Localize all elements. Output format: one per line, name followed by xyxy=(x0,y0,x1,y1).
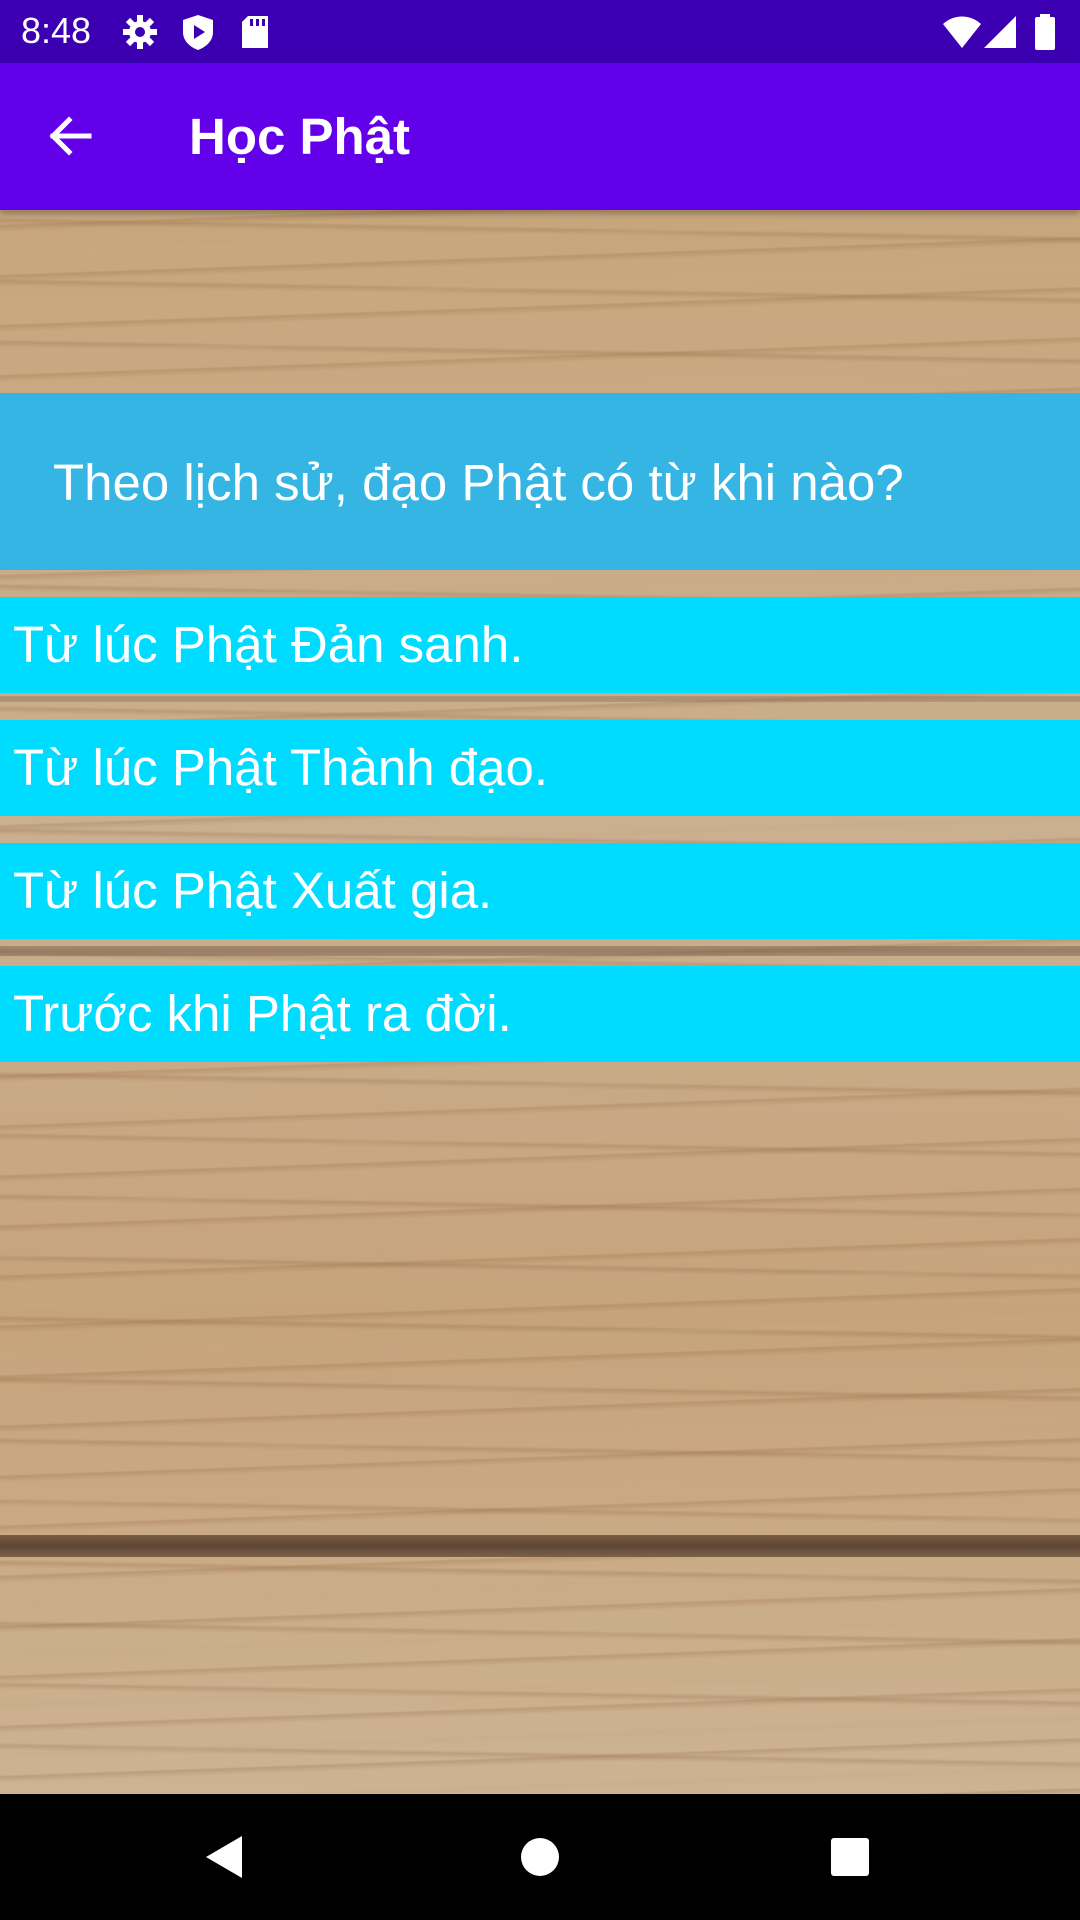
home-circle-icon xyxy=(521,1838,559,1876)
screen: 8:48 Học Phật Theo lịch sử, đạo Phật có … xyxy=(0,0,1080,1920)
page-title: Học Phật xyxy=(189,108,411,165)
wood-grain-line xyxy=(0,696,1080,702)
gear-icon xyxy=(120,12,160,52)
back-triangle-icon xyxy=(206,1836,242,1878)
answer-label: Từ lúc Phật Đản sanh. xyxy=(13,616,524,673)
question-card: Theo lịch sử, đạo Phật có từ khi nào? xyxy=(0,393,1080,570)
wood-seam xyxy=(0,1535,1080,1557)
answer-option-1[interactable]: Từ lúc Phật Đản sanh. xyxy=(0,597,1080,693)
navigation-bar xyxy=(0,1794,1080,1920)
status-bar: 8:48 xyxy=(0,0,1080,63)
answer-option-3[interactable]: Từ lúc Phật Xuất gia. xyxy=(0,843,1080,939)
answer-label: Từ lúc Phật Xuất gia. xyxy=(13,862,493,919)
nav-back-button[interactable] xyxy=(190,1822,260,1892)
signal-icon xyxy=(980,12,1020,52)
shield-play-icon xyxy=(178,12,218,52)
answer-option-4[interactable]: Trước khi Phật ra đời. xyxy=(0,966,1080,1062)
question-text: Theo lịch sử, đạo Phật có từ khi nào? xyxy=(53,454,904,511)
battery-icon xyxy=(1030,12,1060,52)
wifi-icon xyxy=(942,12,982,52)
sd-card-icon xyxy=(236,12,276,52)
answer-label: Trước khi Phật ra đời. xyxy=(13,985,512,1042)
nav-recents-button[interactable] xyxy=(815,1822,885,1892)
recents-square-icon xyxy=(831,1838,869,1876)
app-bar: Học Phật xyxy=(0,63,1080,210)
status-time: 8:48 xyxy=(21,10,92,51)
back-button[interactable] xyxy=(30,96,110,176)
wood-grain-line xyxy=(0,946,1080,956)
arrow-left-icon xyxy=(49,116,92,156)
answer-option-2[interactable]: Từ lúc Phật Thành đạo. xyxy=(0,720,1080,816)
nav-home-button[interactable] xyxy=(505,1822,575,1892)
answer-label: Từ lúc Phật Thành đạo. xyxy=(13,739,549,796)
